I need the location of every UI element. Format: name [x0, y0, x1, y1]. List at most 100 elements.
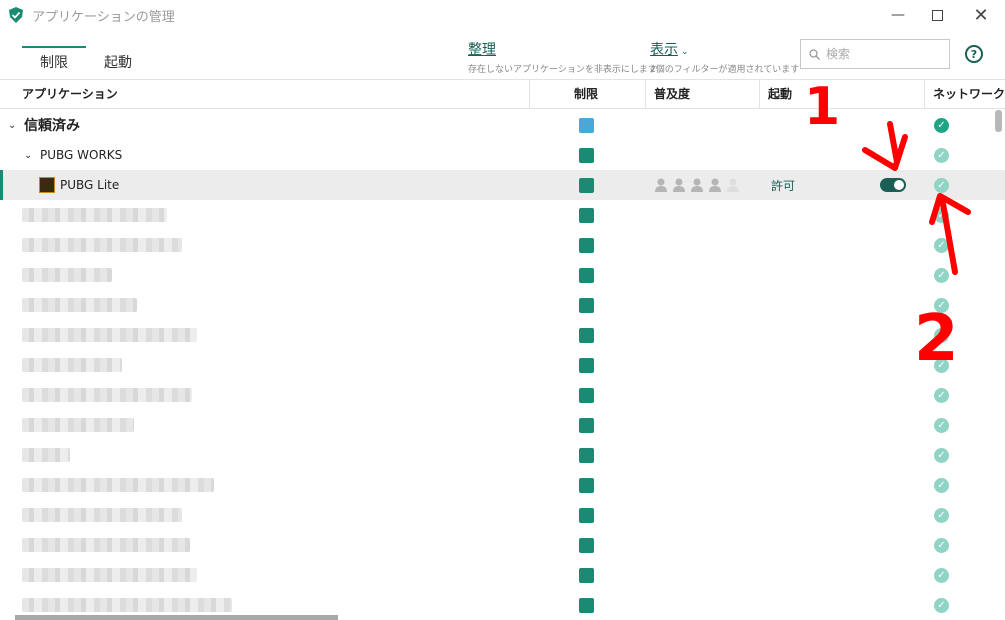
- obscured-app-name: [22, 238, 182, 252]
- restriction-icon[interactable]: [579, 477, 594, 493]
- network-check-icon[interactable]: ✓: [934, 237, 949, 253]
- app-window: アプリケーションの管理 — ✕ 制限 起動 整理 存在しないアプリケーションを非…: [0, 0, 1005, 620]
- group-row-trusted[interactable]: ⌄ 信頼済み ✓: [0, 110, 1005, 140]
- chevron-down-icon[interactable]: ⌄: [24, 150, 34, 161]
- pubg-app-icon: [39, 177, 55, 193]
- restriction-icon[interactable]: [579, 537, 594, 553]
- network-check-icon[interactable]: ✓: [934, 147, 949, 163]
- network-check-icon[interactable]: ✓: [934, 417, 949, 433]
- network-check-icon[interactable]: ✓: [934, 507, 949, 523]
- organize-link[interactable]: 整理: [468, 39, 657, 59]
- group-label-trusted: 信頼済み: [24, 118, 80, 134]
- table-row[interactable]: ✓: [0, 260, 1005, 290]
- person-icon: [653, 178, 669, 192]
- obscured-app-name: [22, 388, 192, 402]
- network-check-icon[interactable]: ✓: [934, 447, 949, 463]
- close-icon: ✕: [973, 4, 989, 26]
- maximize-icon: [931, 9, 943, 21]
- col-restriction[interactable]: 制限: [529, 80, 645, 109]
- restriction-icon[interactable]: [579, 117, 594, 133]
- display-link[interactable]: 表示 ⌄: [650, 39, 799, 59]
- table-header: アプリケーション 制限 普及度 起動 ネットワーク: [0, 79, 1005, 109]
- table-row[interactable]: ✓: [0, 500, 1005, 530]
- restriction-icon[interactable]: [579, 177, 594, 193]
- restriction-icon[interactable]: [579, 147, 594, 163]
- network-check-icon[interactable]: ✓: [934, 597, 949, 613]
- vertical-scrollbar[interactable]: [995, 110, 1002, 132]
- horizontal-scrollbar[interactable]: [15, 615, 338, 620]
- organize-action[interactable]: 整理 存在しないアプリケーションを非表示にします: [468, 39, 657, 75]
- table-row[interactable]: ✓: [0, 530, 1005, 560]
- table-row[interactable]: ✓: [0, 230, 1005, 260]
- network-check-icon[interactable]: ✓: [934, 537, 949, 553]
- network-check-icon[interactable]: ✓: [934, 387, 949, 403]
- col-popularity[interactable]: 普及度: [645, 80, 759, 109]
- col-network[interactable]: ネットワーク: [924, 80, 1005, 109]
- startup-toggle[interactable]: [880, 178, 906, 192]
- obscured-app-name: [22, 328, 197, 342]
- restriction-icon[interactable]: [579, 297, 594, 313]
- restriction-icon[interactable]: [579, 267, 594, 283]
- obscured-app-name: [22, 598, 232, 612]
- restriction-icon[interactable]: [579, 417, 594, 433]
- network-check-icon[interactable]: ✓: [934, 357, 949, 373]
- tab-bar: 制限 起動: [22, 46, 150, 80]
- restriction-icon[interactable]: [579, 507, 594, 523]
- startup-status: 許可: [771, 178, 796, 193]
- tab-startup[interactable]: 起動: [86, 46, 150, 80]
- restriction-icon[interactable]: [579, 357, 594, 373]
- network-check-icon[interactable]: ✓: [934, 327, 949, 343]
- table-row[interactable]: ✓: [0, 200, 1005, 230]
- obscured-app-name: [22, 418, 134, 432]
- table-row[interactable]: ✓: [0, 320, 1005, 350]
- obscured-app-name: [22, 208, 167, 222]
- obscured-app-name: [22, 508, 182, 522]
- search-input[interactable]: [826, 47, 936, 61]
- person-icon: [689, 178, 705, 192]
- table-row[interactable]: ✓: [0, 440, 1005, 470]
- restriction-icon[interactable]: [579, 207, 594, 223]
- network-check-icon[interactable]: ✓: [934, 567, 949, 583]
- window-title: アプリケーションの管理: [32, 9, 175, 25]
- restriction-icon[interactable]: [579, 567, 594, 583]
- person-icon: [671, 178, 687, 192]
- network-check-icon[interactable]: ✓: [934, 117, 949, 133]
- restriction-icon[interactable]: [579, 327, 594, 343]
- col-application[interactable]: アプリケーション: [22, 80, 118, 109]
- table-row[interactable]: ✓: [0, 410, 1005, 440]
- table-row[interactable]: ✓: [0, 560, 1005, 590]
- col-startup[interactable]: 起動: [759, 80, 924, 109]
- obscured-app-name: [22, 298, 137, 312]
- table-row[interactable]: ✓: [0, 470, 1005, 500]
- close-button[interactable]: ✕: [958, 0, 1004, 30]
- obscured-app-name: [22, 268, 112, 282]
- tab-restriction[interactable]: 制限: [22, 46, 86, 80]
- table-row[interactable]: ✓: [0, 350, 1005, 380]
- chevron-down-icon[interactable]: ⌄: [8, 120, 18, 131]
- display-action[interactable]: 表示 ⌄ 2個のフィルターが適用されています: [650, 39, 799, 75]
- network-check-icon[interactable]: ✓: [934, 207, 949, 223]
- network-check-icon[interactable]: ✓: [934, 267, 949, 283]
- person-icon: [725, 178, 741, 192]
- app-name: PUBG Lite: [60, 178, 120, 192]
- search-icon: [809, 48, 820, 60]
- maximize-button[interactable]: [914, 0, 960, 30]
- restriction-icon[interactable]: [579, 597, 594, 613]
- display-label: 表示: [650, 42, 678, 58]
- restriction-icon[interactable]: [579, 387, 594, 403]
- table-row[interactable]: ✓: [0, 380, 1005, 410]
- title-bar: アプリケーションの管理 — ✕: [0, 0, 1005, 30]
- restriction-icon[interactable]: [579, 237, 594, 253]
- restriction-icon[interactable]: [579, 447, 594, 463]
- search-box[interactable]: [800, 39, 950, 69]
- network-check-icon[interactable]: ✓: [934, 477, 949, 493]
- application-table: ⌄ 信頼済み ✓ ⌄ PUBG WORKS ✓ PUBG Lite 許可 ✓ ✓…: [0, 110, 1005, 620]
- table-row-pubg-lite[interactable]: PUBG Lite 許可 ✓: [0, 170, 1005, 200]
- network-check-icon[interactable]: ✓: [934, 177, 949, 193]
- minimize-icon: —: [891, 7, 905, 23]
- group-row-pubg-works[interactable]: ⌄ PUBG WORKS ✓: [0, 140, 1005, 170]
- network-check-icon[interactable]: ✓: [934, 297, 949, 313]
- table-row[interactable]: ✓: [0, 290, 1005, 320]
- help-icon[interactable]: ?: [965, 45, 983, 63]
- obscured-app-name: [22, 478, 214, 492]
